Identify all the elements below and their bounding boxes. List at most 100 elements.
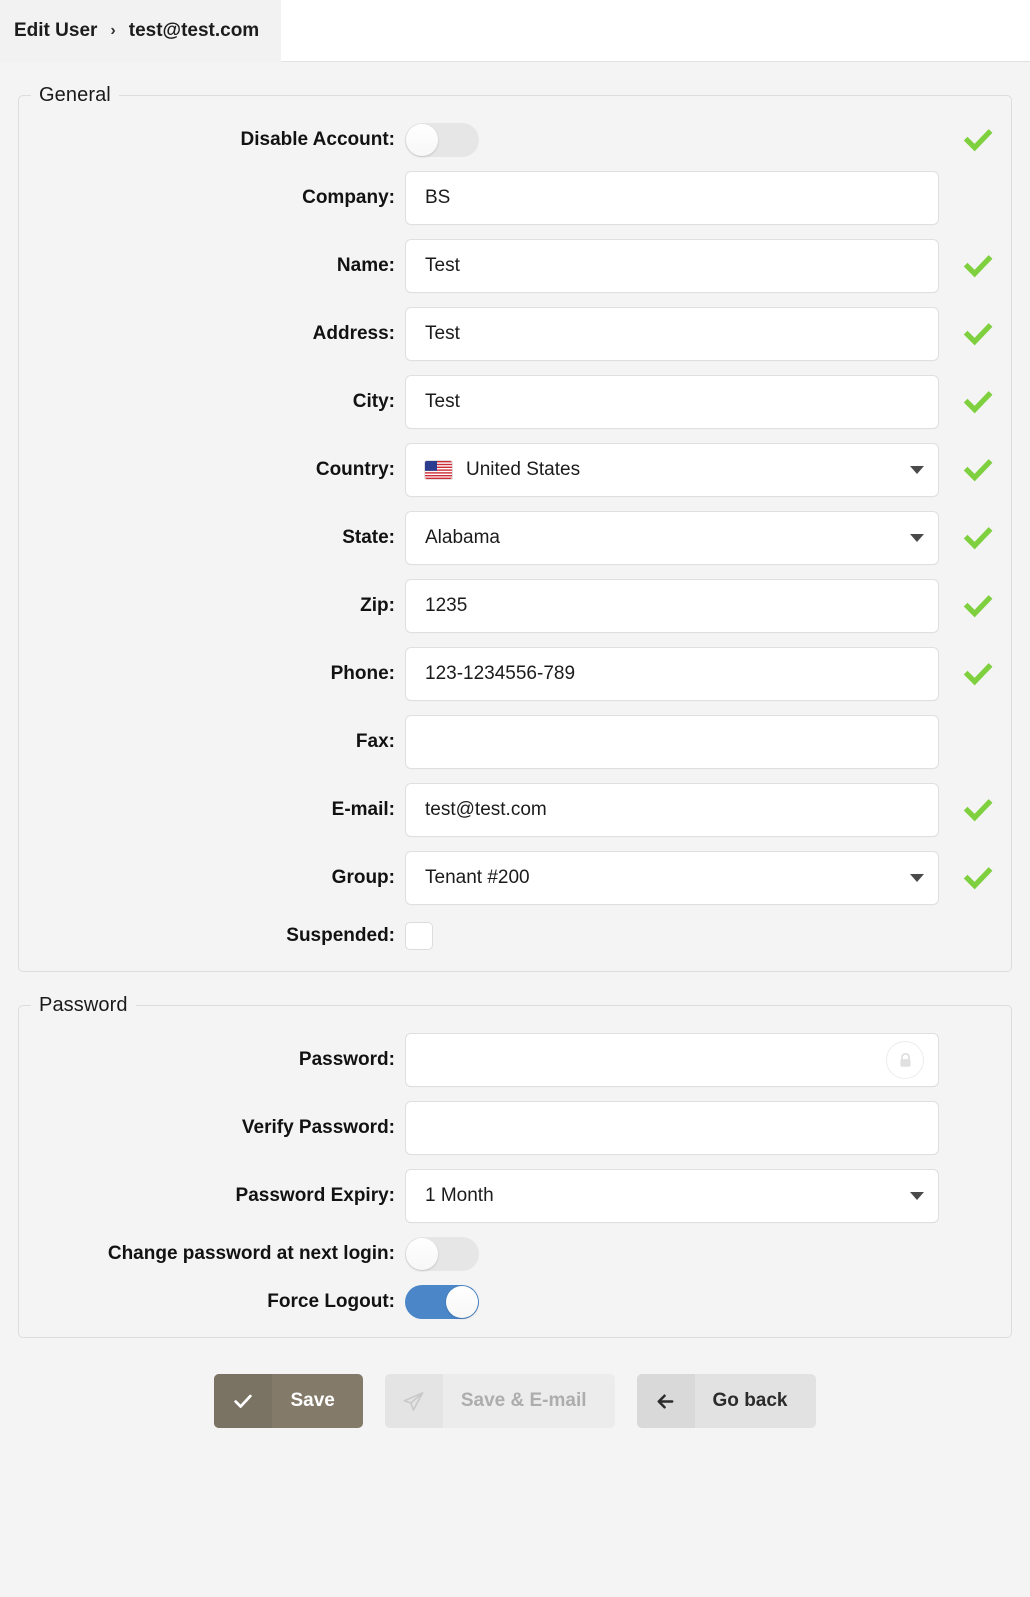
footer-actions: Save Save & E-mail Go back [18,1338,1012,1454]
label-address: Address: [312,322,395,344]
verify-password-input[interactable] [405,1101,939,1155]
lock-icon[interactable] [886,1041,924,1079]
row-suspended: Suspended: [31,919,999,953]
save-button-label: Save [290,1390,335,1411]
valid-check-icon [963,795,993,825]
breadcrumb-root-label: Edit User [14,20,98,41]
go-back-button[interactable]: Go back [636,1374,816,1428]
company-input[interactable]: BS [405,171,939,225]
row-city: City: Test [31,375,999,429]
label-fax: Fax: [355,730,395,752]
row-phone: Phone: 123-1234556-789 [31,647,999,701]
check-icon [214,1374,273,1428]
city-input[interactable]: Test [405,375,939,429]
group-select[interactable]: Tenant #200 [405,851,939,905]
control-zip: 1235 [405,579,993,633]
company-input-value: BS [425,187,451,208]
valid-check-icon [963,591,993,621]
phone-input-value: 123-1234556-789 [425,663,576,684]
control-password-expiry: 1 Month [405,1169,939,1223]
control-disable-account [405,123,993,157]
save-button[interactable]: Save [214,1374,363,1428]
email-input[interactable]: test@test.com [405,783,939,837]
row-verify-password: Verify Password: [31,1101,999,1155]
row-state: State: Alabama [31,511,999,565]
control-name: Test [405,239,993,293]
address-input-value: Test [425,323,460,344]
row-company: Company: BS [31,171,999,225]
toggle-knob [406,124,438,156]
label-state: State: [342,526,395,548]
breadcrumb-current-label: test@test.com [128,20,260,41]
change-password-next-login-toggle[interactable] [405,1237,479,1271]
chevron-down-icon [910,1192,924,1200]
go-back-button-label: Go back [712,1390,788,1411]
toggle-knob [446,1286,478,1318]
label-force-logout: Force Logout: [267,1290,395,1312]
control-fax [405,715,939,769]
label-password-expiry: Password Expiry: [235,1184,395,1206]
label-password: Password: [298,1048,395,1070]
disable-account-toggle[interactable] [405,123,479,157]
label-disable-account: Disable Account: [240,128,396,150]
city-input-value: Test [425,391,460,412]
us-flag-icon [425,461,452,479]
control-email: test@test.com [405,783,993,837]
row-change-password-next-login: Change password at next login: [31,1237,999,1271]
control-address: Test [405,307,993,361]
label-email: E-mail: [331,798,395,820]
state-select[interactable]: Alabama [405,511,939,565]
password-panel: Password Password: Verify Password: Pass… [18,994,1012,1338]
country-select[interactable]: United States [405,443,939,497]
page-body: General Disable Account: Company: BS Nam… [0,84,1030,1454]
suspended-checkbox[interactable] [405,922,433,950]
chevron-down-icon [910,466,924,474]
label-country: Country: [315,458,395,480]
control-change-password-next-login [405,1237,939,1271]
password-panel-legend: Password [39,994,128,1016]
valid-check-icon [963,251,993,281]
valid-check-icon [963,863,993,893]
row-email: E-mail: test@test.com [31,783,999,837]
valid-check-icon [963,125,993,155]
label-name: Name: [336,254,395,276]
name-input[interactable]: Test [405,239,939,293]
force-logout-toggle[interactable] [405,1285,479,1319]
save-and-email-button-label: Save & E-mail [460,1390,587,1411]
label-change-password-next-login: Change password at next login: [107,1242,395,1264]
zip-input-value: 1235 [425,595,468,616]
arrow-left-icon [636,1374,695,1428]
label-city: City: [352,390,395,412]
zip-input[interactable]: 1235 [405,579,939,633]
control-country: United States [405,443,993,497]
row-force-logout: Force Logout: [31,1285,999,1319]
address-input[interactable]: Test [405,307,939,361]
save-and-email-button[interactable]: Save & E-mail [384,1374,615,1428]
row-group: Group: Tenant #200 [31,851,999,905]
valid-check-icon [963,387,993,417]
general-panel: General Disable Account: Company: BS Nam… [18,84,1012,972]
password-expiry-select[interactable]: 1 Month [405,1169,939,1223]
breadcrumb-tab[interactable]: Edit User › test@test.com [0,0,282,62]
label-suspended: Suspended: [286,924,395,946]
chevron-down-icon [910,534,924,542]
fax-input[interactable] [405,715,939,769]
label-group: Group: [331,866,395,888]
password-input[interactable] [405,1033,939,1087]
group-select-value: Tenant #200 [425,867,530,888]
valid-check-icon [963,659,993,689]
phone-input[interactable]: 123-1234556-789 [405,647,939,701]
row-zip: Zip: 1235 [31,579,999,633]
control-verify-password [405,1101,939,1155]
chevron-down-icon [910,874,924,882]
state-select-value: Alabama [425,527,500,548]
row-disable-account: Disable Account: [31,123,999,157]
password-expiry-value: 1 Month [425,1185,494,1206]
row-address: Address: Test [31,307,999,361]
email-input-value: test@test.com [425,799,547,820]
row-country: Country: United States [31,443,999,497]
control-force-logout [405,1285,939,1319]
header-bar: Edit User › test@test.com [0,0,1030,62]
toggle-knob [406,1238,438,1270]
breadcrumb-separator-icon: › [110,22,116,39]
